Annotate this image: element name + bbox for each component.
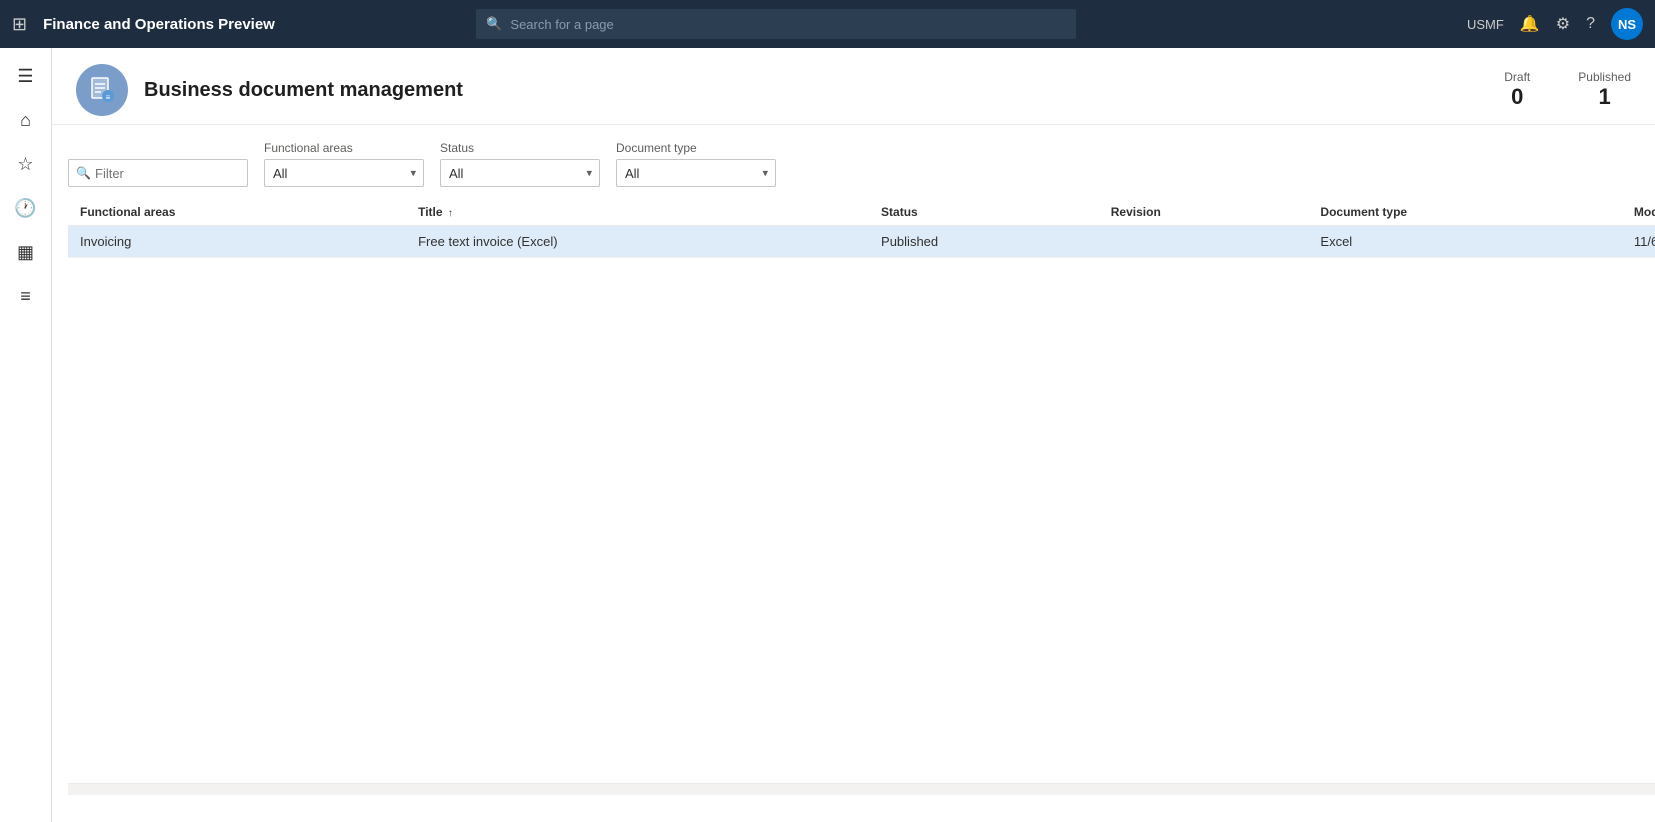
col-document-type[interactable]: Document type — [1308, 199, 1622, 226]
functional-areas-select-wrapper: All — [264, 159, 424, 187]
cell-modified: 11/6/2019 01:35:45 AM — [1622, 226, 1655, 258]
col-revision[interactable]: Revision — [1099, 199, 1309, 226]
document-type-label: Document type — [616, 141, 776, 155]
status-group: Status All — [440, 141, 600, 187]
cell-revision — [1099, 226, 1309, 258]
page-icon: ≡ — [76, 64, 128, 116]
draft-stat: Draft 0 — [1504, 70, 1530, 110]
company-selector[interactable]: USMF — [1467, 17, 1504, 32]
filter-input[interactable] — [68, 159, 248, 187]
functional-areas-label: Functional areas — [264, 141, 424, 155]
cell-title: Free text invoice (Excel) — [406, 226, 869, 258]
cell-document-type: Excel — [1308, 226, 1622, 258]
main-area: ≡ Business document management Draft 0 P… — [52, 48, 1655, 822]
document-type-select[interactable]: All — [616, 159, 776, 187]
sidebar-item-workspaces[interactable]: ▦ — [6, 232, 46, 272]
sidebar-item-hamburger[interactable]: ☰ — [6, 56, 46, 96]
published-label: Published — [1578, 70, 1631, 84]
page-title: Business document management — [144, 79, 463, 102]
sidebar: ☰ ⌂ ☆ 🕐 ▦ ≡ — [0, 48, 52, 822]
search-icon: 🔍 — [486, 16, 502, 32]
list-panel: 🔍 Functional areas All Status — [52, 125, 1655, 811]
sort-icon: ↑ — [448, 208, 453, 219]
sidebar-item-home[interactable]: ⌂ — [6, 100, 46, 140]
functional-areas-select[interactable]: All — [264, 159, 424, 187]
status-select[interactable]: All — [440, 159, 600, 187]
page-header: ≡ Business document management Draft 0 P… — [52, 48, 1655, 125]
status-label: Status — [440, 141, 600, 155]
documents-table: Functional areas Title ↑ Status Revision… — [68, 199, 1655, 258]
page-stats: Draft 0 Published 1 — [1504, 70, 1631, 110]
help-icon[interactable]: ? — [1586, 15, 1595, 33]
published-count: 1 — [1578, 84, 1631, 110]
app-title: Finance and Operations Preview — [43, 16, 275, 33]
document-type-group: Document type All — [616, 141, 776, 187]
topbar: ⊞ Finance and Operations Preview 🔍 USMF … — [0, 0, 1655, 48]
col-status[interactable]: Status — [869, 199, 1099, 226]
cell-status: Published — [869, 226, 1099, 258]
table-container: Functional areas Title ↑ Status Revision… — [68, 199, 1655, 783]
col-title[interactable]: Title ↑ — [406, 199, 869, 226]
col-modified[interactable]: Modified date and time — [1622, 199, 1655, 226]
notification-icon[interactable]: 🔔 — [1520, 14, 1540, 34]
document-type-select-wrapper: All — [616, 159, 776, 187]
published-stat: Published 1 — [1578, 70, 1631, 110]
horizontal-scrollbar[interactable] — [68, 783, 1655, 795]
search-bar: 🔍 — [476, 9, 1076, 39]
search-input[interactable] — [510, 17, 1066, 32]
avatar[interactable]: NS — [1611, 8, 1643, 40]
topbar-right: USMF 🔔 ⚙ ? NS — [1467, 8, 1643, 40]
settings-icon[interactable]: ⚙ — [1556, 14, 1570, 34]
table-row[interactable]: Invoicing Free text invoice (Excel) Publ… — [68, 226, 1655, 258]
col-functional-areas[interactable]: Functional areas — [68, 199, 406, 226]
sidebar-item-recent[interactable]: 🕐 — [6, 188, 46, 228]
content-area: 🔍 Functional areas All Status — [52, 125, 1655, 811]
grid-icon[interactable]: ⊞ — [12, 14, 27, 35]
functional-areas-group: Functional areas All — [264, 141, 424, 187]
status-select-wrapper: All — [440, 159, 600, 187]
cell-functional-areas: Invoicing — [68, 226, 406, 258]
sidebar-item-favorites[interactable]: ☆ — [6, 144, 46, 184]
sidebar-item-list[interactable]: ≡ — [6, 276, 46, 316]
document-icon: ≡ — [88, 76, 116, 104]
filters-row: 🔍 Functional areas All Status — [68, 141, 1655, 187]
filter-search-group: 🔍 — [68, 159, 248, 187]
draft-count: 0 — [1504, 84, 1530, 110]
svg-text:≡: ≡ — [106, 93, 111, 102]
draft-label: Draft — [1504, 70, 1530, 84]
